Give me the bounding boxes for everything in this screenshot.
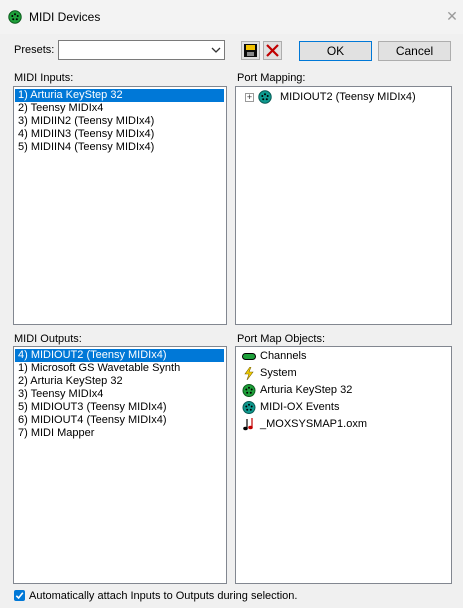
list-item[interactable]: 2) Arturia KeyStep 32 <box>14 375 226 388</box>
window-title: MIDI Devices <box>29 10 101 24</box>
port-mapping-label: Port Mapping: <box>237 72 306 84</box>
port-map-objects-list[interactable]: Channels System Arturia KeyStep 32 MIDI-… <box>235 346 452 584</box>
chevron-down-icon[interactable] <box>211 45 221 55</box>
close-icon[interactable]: ✕ <box>444 8 460 24</box>
list-item[interactable]: 4) MIDIIN3 (Teensy MIDIx4) <box>14 128 226 141</box>
list-item[interactable]: 6) MIDIOUT4 (Teensy MIDIx4) <box>14 414 226 427</box>
midi-inputs-list[interactable]: 1) Arturia KeyStep 32 2) Teensy MIDIx4 3… <box>13 86 227 325</box>
midi-devices-app-icon <box>8 10 22 24</box>
midi-inputs-label: MIDI Inputs: <box>14 72 74 84</box>
list-item[interactable]: 1) Arturia KeyStep 32 <box>15 89 224 102</box>
teal-port-icon <box>258 90 272 104</box>
auto-attach-label[interactable]: Automatically attach Inputs to Outputs d… <box>29 590 297 602</box>
midi-outputs-label: MIDI Outputs: <box>14 333 82 345</box>
presets-label: Presets: <box>14 44 55 56</box>
teal-port-icon <box>242 401 256 414</box>
list-item[interactable]: 5) MIDIIN4 (Teensy MIDIx4) <box>14 141 226 154</box>
expand-toggle-icon[interactable]: + <box>245 93 254 102</box>
presets-combobox[interactable] <box>58 40 225 60</box>
list-item[interactable]: 7) MIDI Mapper <box>14 427 226 440</box>
ok-button[interactable]: OK <box>299 41 372 61</box>
floppy-disk-icon <box>244 44 257 57</box>
midi-outputs-list[interactable]: 4) MIDIOUT2 (Teensy MIDIx4) 1) Microsoft… <box>13 346 227 584</box>
cancel-button[interactable]: Cancel <box>378 41 451 61</box>
list-item[interactable]: Arturia KeyStep 32 <box>236 382 451 399</box>
save-preset-button[interactable] <box>241 41 260 60</box>
list-item[interactable]: 3) Teensy MIDIx4 <box>14 388 226 401</box>
title-bar: MIDI Devices ✕ <box>0 0 463 34</box>
port-map-objects-label: Port Map Objects: <box>237 333 326 345</box>
list-item[interactable]: 2) Teensy MIDIx4 <box>14 102 226 115</box>
list-item[interactable]: 5) MIDIOUT3 (Teensy MIDIx4) <box>14 401 226 414</box>
list-item[interactable]: System <box>236 365 451 382</box>
list-item[interactable]: Channels <box>236 348 451 365</box>
lightning-icon <box>244 367 254 380</box>
list-item[interactable]: 1) Microsoft GS Wavetable Synth <box>14 362 226 375</box>
red-x-icon <box>266 44 279 57</box>
checkmark-icon <box>15 592 24 600</box>
list-item[interactable]: MIDI-OX Events <box>236 399 451 416</box>
auto-attach-checkbox[interactable] <box>14 590 25 601</box>
delete-preset-button[interactable] <box>263 41 282 60</box>
music-note-icon <box>243 418 253 431</box>
green-port-icon <box>242 384 256 397</box>
list-item[interactable]: 4) MIDIOUT2 (Teensy MIDIx4) <box>15 349 224 362</box>
tree-node-label[interactable]: MIDIOUT2 (Teensy MIDIx4) <box>280 91 416 103</box>
list-item[interactable]: _MOXSYSMAP1.oxm <box>236 416 451 433</box>
list-item[interactable]: 3) MIDIIN2 (Teensy MIDIx4) <box>14 115 226 128</box>
channels-icon <box>242 353 256 360</box>
port-mapping-tree[interactable]: + MIDIOUT2 (Teensy MIDIx4) <box>235 86 452 325</box>
